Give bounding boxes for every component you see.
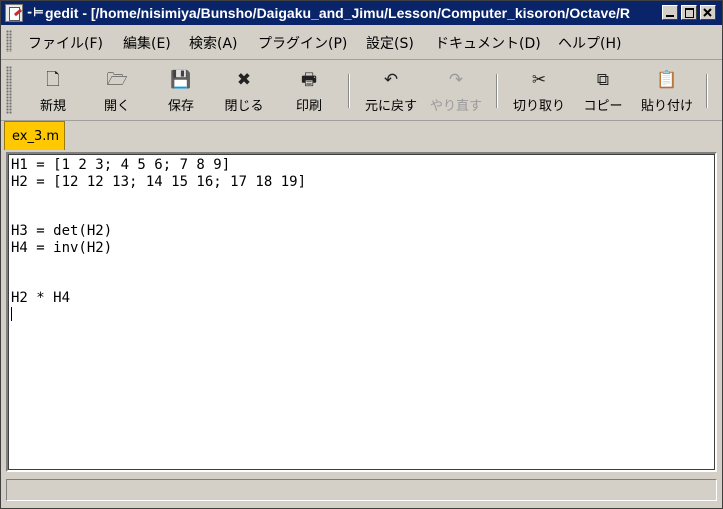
paste-label: 貼り付け	[640, 99, 693, 114]
toolbar-separator	[706, 74, 708, 108]
open-label: 開く	[103, 99, 130, 114]
minimize-icon	[666, 15, 674, 17]
undo-label: 元に戻す	[364, 99, 417, 114]
paste-icon: 📋	[656, 70, 678, 90]
close-button[interactable]: ✖ 閉じる	[221, 68, 267, 118]
close-icon	[703, 8, 712, 17]
scissors-icon: ✂	[531, 70, 547, 90]
toolbar-grip[interactable]	[6, 66, 12, 114]
code-line: H2 = [12 12 13; 14 15 16; 17 18 19]	[11, 174, 307, 190]
close-label: 閉じる	[224, 99, 264, 114]
paste-button[interactable]: 📋 貼り付け	[637, 68, 697, 118]
menubar-grip[interactable]	[6, 30, 12, 52]
print-button[interactable]: 🖶 印刷	[291, 68, 327, 118]
status-bar	[6, 479, 717, 501]
redo-label: やり直す	[429, 99, 482, 114]
menu-help[interactable]: ヘルプ(H)	[558, 33, 621, 53]
editor-text-area[interactable]: H1 = [1 2 3; 4 5 6; 7 8 9] H2 = [12 12 1…	[8, 154, 715, 470]
cut-button[interactable]: ✂ 切り取り	[509, 68, 569, 118]
open-folder-icon: 🗁	[106, 70, 128, 90]
code-line: H4 = inv(H2)	[11, 240, 113, 256]
new-document-icon: 🗋	[46, 70, 60, 90]
undo-icon: ↶	[383, 70, 399, 90]
copy-button[interactable]: ⧉ コピー	[579, 68, 627, 118]
maximize-button[interactable]	[681, 5, 697, 20]
cut-label: 切り取り	[512, 99, 565, 114]
gedit-window: -⊨ gedit - [/home/nisimiya/Bunsho/Daigak…	[0, 0, 723, 509]
menu-edit[interactable]: 編集(E)	[123, 33, 171, 53]
menu-settings[interactable]: 設定(S)	[366, 33, 414, 53]
pin-icon[interactable]: -⊨	[26, 5, 44, 19]
undo-button[interactable]: ↶ 元に戻す	[360, 68, 422, 118]
menu-documents[interactable]: ドキュメント(D)	[435, 33, 541, 53]
new-button[interactable]: 🗋 新規	[35, 68, 71, 118]
gedit-app-icon[interactable]	[5, 4, 23, 22]
tab-ex-3-m[interactable]: ex_3.m	[4, 121, 65, 150]
new-label: 新規	[39, 99, 66, 114]
redo-button[interactable]: ↷ やり直す	[425, 68, 487, 118]
save-disk-icon: 💾	[170, 70, 192, 90]
code-line: H2 * H4	[11, 290, 71, 306]
menu-search[interactable]: 検索(A)	[189, 33, 238, 53]
toolbar-separator	[496, 74, 498, 108]
window-title: gedit - [/home/nisimiya/Bunsho/Daigaku_a…	[45, 5, 631, 21]
printer-icon: 🖶	[300, 70, 318, 90]
toolbar: 🗋 新規 🗁 開く 💾 保存 ✖ 閉じる 🖶 印刷 ↶ 元に戻す ↷ やり直す	[1, 60, 722, 121]
close-x-icon: ✖	[236, 70, 252, 90]
print-label: 印刷	[295, 99, 322, 114]
maximize-icon	[685, 8, 694, 18]
minimize-button[interactable]	[662, 5, 678, 20]
text-cursor	[11, 307, 12, 321]
save-label: 保存	[167, 99, 194, 114]
copy-icon: ⧉	[596, 70, 610, 90]
title-bar[interactable]: -⊨ gedit - [/home/nisimiya/Bunsho/Daigak…	[1, 1, 722, 25]
toolbar-separator	[348, 74, 350, 108]
open-button[interactable]: 🗁 開く	[99, 68, 135, 118]
document-tab-bar: ex_3.m	[1, 121, 722, 151]
code-line: H3 = det(H2)	[11, 223, 113, 239]
redo-icon: ↷	[448, 70, 464, 90]
copy-label: コピー	[583, 99, 623, 114]
text-editor[interactable]: H1 = [1 2 3; 4 5 6; 7 8 9] H2 = [12 12 1…	[6, 152, 717, 472]
menu-file[interactable]: ファイル(F)	[28, 33, 103, 53]
tab-label: ex_3.m	[12, 129, 60, 144]
menu-bar: ファイル(F) 編集(E) 検索(A) プラグイン(P) 設定(S) ドキュメン…	[1, 25, 722, 60]
code-line: H1 = [1 2 3; 4 5 6; 7 8 9]	[11, 157, 231, 173]
close-window-button[interactable]	[700, 5, 716, 20]
menu-plugins[interactable]: プラグイン(P)	[258, 33, 347, 53]
save-button[interactable]: 💾 保存	[163, 68, 199, 118]
